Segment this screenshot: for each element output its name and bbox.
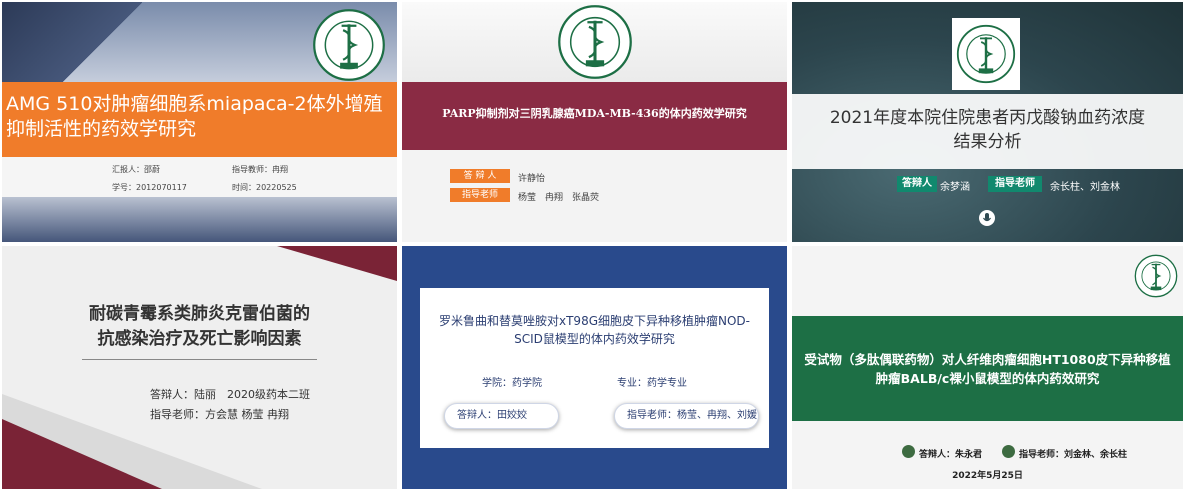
- advisor-tag: 指导老师: [450, 188, 510, 202]
- defender-name: 许静怡: [518, 174, 546, 184]
- student-id-text: 学号：2012070117: [112, 183, 187, 192]
- slide-title: 受试物（多肽偶联药物）对人纤维肉瘤细胞HT1080皮下异种移植 肿瘤BALB/c…: [792, 350, 1183, 388]
- advisor-text: 指导老师：方会慧 杨莹 冉翔: [150, 408, 289, 421]
- presentation-date: 2022年5月25日: [952, 471, 1023, 481]
- university-logo: [557, 4, 633, 80]
- slide-decoration: [277, 246, 397, 281]
- major-text: 专业：药学专业: [617, 378, 687, 389]
- reporter-text: 汇报人：邵蔚: [112, 165, 160, 174]
- date-text: 时间：20220525: [232, 183, 297, 192]
- slide-ht1080[interactable]: 受试物（多肽偶联药物）对人纤维肉瘤细胞HT1080皮下异种移植 肿瘤BALB/c…: [792, 246, 1183, 489]
- university-logo: [956, 22, 1016, 86]
- title-line-1: 2021年度本院住院患者丙戊酸钠血药浓度: [829, 108, 1146, 128]
- defender-tag: 答辩人: [897, 176, 937, 192]
- university-logo: [1134, 252, 1178, 300]
- slide-title: 2021年度本院住院患者丙戊酸钠血药浓度 结果分析: [792, 106, 1183, 154]
- microphone-icon: [902, 445, 915, 458]
- title-line-1: 罗米鲁曲和替莫唑胺对xT98G细胞皮下异种移植肿瘤NOD-: [439, 314, 750, 328]
- defender-name: 余梦涵: [940, 182, 970, 193]
- advisor-text: 指导教师：冉翔: [232, 165, 288, 174]
- defender-text: 答辩人：陆丽 2020级药本二班: [150, 388, 310, 401]
- slide-amg510[interactable]: AMG 510对肿瘤细胞系miapaca-2体外增殖抑制活性的药效学研究 汇报人…: [2, 2, 397, 242]
- slide-valproate[interactable]: 2021年度本院住院患者丙戊酸钠血药浓度 结果分析 答辩人 余梦涵 指导老师 余…: [792, 2, 1183, 242]
- slide-title: AMG 510对肿瘤细胞系miapaca-2体外增殖抑制活性的药效学研究: [6, 93, 383, 140]
- title-line-2: 抗感染治疗及死亡影响因素: [97, 329, 302, 349]
- advisor-names: 杨莹 冉翔 张晶荧: [518, 193, 600, 203]
- slide-footer-decoration: [2, 197, 397, 242]
- defender-pill: 答辩人：田姣姣: [444, 403, 559, 429]
- advisor-tag: 指导老师: [988, 176, 1042, 192]
- advisor-names: 余长柱、刘金林: [1050, 182, 1120, 193]
- title-line-2: SCID鼠模型的体内药效学研究: [514, 332, 675, 346]
- advisor-text: 指导老师：刘金林、余长柱: [1019, 450, 1128, 460]
- info-panel: [2, 157, 397, 197]
- slide-decoration: [2, 419, 162, 489]
- title-line-1: 受试物（多肽偶联药物）对人纤维肉瘤细胞HT1080皮下异种移植: [804, 352, 1171, 367]
- advisor-pill: 指导老师：杨莹、冉翔、刘媛: [614, 403, 759, 429]
- slide-title: PARP抑制剂对三阴乳腺癌MDA-MB-436的体内药效学研究: [442, 107, 747, 120]
- teacher-icon: [1002, 445, 1015, 458]
- defender-text: 答辩人：朱永君: [919, 450, 983, 460]
- slide-t98g[interactable]: 罗米鲁曲和替莫唑胺对xT98G细胞皮下异种移植肿瘤NOD- SCID鼠模型的体内…: [402, 246, 787, 489]
- title-line-2: 结果分析: [953, 132, 1022, 152]
- slide-title: 罗米鲁曲和替莫唑胺对xT98G细胞皮下异种移植肿瘤NOD- SCID鼠模型的体内…: [420, 312, 769, 348]
- slide-title: 耐碳青霉系类肺炎克雷伯菌的 抗感染治疗及死亡影响因素: [2, 302, 397, 352]
- college-text: 学院：药学院: [482, 378, 542, 389]
- slide-carbapenem[interactable]: 耐碳青霉系类肺炎克雷伯菌的 抗感染治疗及死亡影响因素 答辩人：陆丽 2020级药…: [2, 246, 397, 489]
- microphone-icon: [979, 210, 995, 226]
- slide-parp[interactable]: PARP抑制剂对三阴乳腺癌MDA-MB-436的体内药效学研究 答 辩 人 许静…: [402, 2, 787, 242]
- divider: [82, 359, 317, 360]
- title-line-2: 肿瘤BALB/c裸小鼠模型的体内药效研究: [875, 371, 1100, 386]
- defender-tag: 答 辩 人: [450, 169, 510, 183]
- university-logo: [312, 8, 386, 82]
- title-line-1: 耐碳青霉系类肺炎克雷伯菌的: [89, 304, 310, 324]
